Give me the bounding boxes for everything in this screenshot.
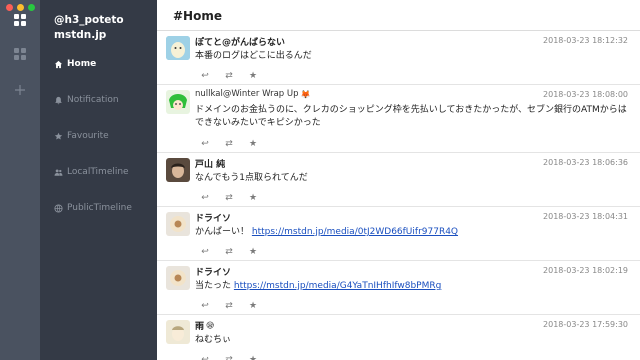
boost-icon[interactable]: ⇄	[224, 247, 234, 257]
status-actions: ↩ ⇄ ★	[200, 247, 258, 257]
status-item[interactable]: nullkal@Winter Wrap Up 🦊 2018-03-23 18:0…	[157, 85, 640, 153]
nav-label: Home	[67, 59, 97, 69]
favourite-star-icon[interactable]: ★	[248, 139, 258, 149]
status-content: なんでもう1点取られてんだ	[195, 172, 627, 185]
reply-icon[interactable]: ↩	[200, 139, 210, 149]
status-content: ドメインのお金払うのに、クレカのショッピング枠を先払いしておきたかったが、セブン…	[195, 104, 627, 130]
zoom-window-button[interactable]	[28, 4, 35, 11]
status-author[interactable]: 戸山 純	[195, 157, 225, 170]
nav-item-notification[interactable]: Notification	[54, 93, 119, 107]
account-instance: mstdn.jp	[54, 29, 107, 41]
status-text: ねむちぃ	[195, 335, 232, 345]
status-actions: ↩ ⇄ ★	[200, 193, 258, 203]
status-item[interactable]: 雨 😪 2018-03-23 17:59:30 ねむちぃ ↩ ⇄ ★	[157, 315, 640, 360]
status-time: 2018-03-23 17:59:30	[543, 320, 628, 329]
reply-icon[interactable]: ↩	[200, 193, 210, 203]
avatar[interactable]	[166, 266, 190, 290]
reply-icon[interactable]: ↩	[200, 247, 210, 257]
nav-label: Favourite	[67, 131, 109, 141]
timeline: #Home ぽてと@がんばらない 2018-03-23 18:12:32 本番の…	[157, 0, 640, 360]
status-content: ねむちぃ	[195, 334, 627, 347]
boost-icon[interactable]: ⇄	[224, 71, 234, 81]
status-item[interactable]: 戸山 純 2018-03-23 18:06:36 なんでもう1点取られてんだ ↩…	[157, 153, 640, 207]
status-author-row[interactable]: 雨 😪	[195, 319, 214, 332]
window-controls	[6, 4, 35, 11]
boost-icon[interactable]: ⇄	[224, 355, 234, 360]
status-text: 本番のログはどこに出るんだ	[195, 51, 312, 61]
add-account-icon[interactable]	[12, 82, 28, 98]
status-actions: ↩ ⇄ ★	[200, 71, 258, 81]
status-author[interactable]: ドライソ	[195, 265, 231, 278]
fox-emoji-icon: 🦊	[300, 89, 311, 99]
status-author[interactable]: ぽてと@がんばらない	[195, 35, 285, 48]
account-switch-icon[interactable]	[12, 46, 28, 62]
status-content: 当たった https://mstdn.jp/media/G4YaTnIHfhIf…	[195, 280, 627, 293]
status-media-link[interactable]: https://mstdn.jp/media/0tJ2WD66fUifr977R…	[252, 227, 458, 237]
avatar[interactable]	[166, 158, 190, 182]
avatar[interactable]	[166, 36, 190, 60]
minimize-window-button[interactable]	[17, 4, 24, 11]
nav-item-publictimeline[interactable]: PublicTimeline	[54, 201, 132, 215]
status-actions: ↩ ⇄ ★	[200, 301, 258, 311]
nav-item-favourite[interactable]: Favourite	[54, 129, 109, 143]
status-text: かんぱーい！	[195, 227, 250, 237]
users-icon	[54, 168, 63, 176]
reply-icon[interactable]: ↩	[200, 71, 210, 81]
favourite-star-icon[interactable]: ★	[248, 247, 258, 257]
status-time: 2018-03-23 18:04:31	[543, 212, 628, 221]
account-rail	[0, 0, 40, 360]
status-item[interactable]: ドライソ 2018-03-23 18:04:31 かんぱーい！ https://…	[157, 207, 640, 261]
status-item[interactable]: ドライソ 2018-03-23 18:02:19 当たった https://ms…	[157, 261, 640, 315]
sleeping-emoji-icon: 😪	[206, 321, 215, 330]
favourite-star-icon[interactable]: ★	[248, 193, 258, 203]
status-time: 2018-03-23 18:06:36	[543, 158, 628, 167]
status-actions: ↩ ⇄ ★	[200, 355, 258, 360]
close-window-button[interactable]	[6, 4, 13, 11]
boost-icon[interactable]: ⇄	[224, 301, 234, 311]
account-switch-active-icon[interactable]	[12, 12, 28, 28]
status-author: 雨	[195, 322, 205, 332]
account-info: @h3_poteto mstdn.jp	[54, 13, 124, 43]
status-text: なんでもう1点取られてんだ	[195, 173, 308, 183]
nav-item-home[interactable]: Home	[54, 57, 96, 71]
globe-icon	[54, 203, 63, 213]
favourite-star-icon[interactable]: ★	[248, 71, 258, 81]
nav-label: Notification	[67, 95, 119, 105]
status-author: nullkal@Winter Wrap Up	[195, 89, 299, 99]
status-author-row[interactable]: nullkal@Winter Wrap Up 🦊	[195, 89, 310, 99]
status-time: 2018-03-23 18:08:00	[543, 90, 628, 99]
sidebar: @h3_poteto mstdn.jp Home Notification Fa…	[40, 0, 157, 360]
account-handle: @h3_poteto	[54, 14, 124, 26]
star-icon	[54, 132, 63, 140]
status-time: 2018-03-23 18:02:19	[543, 266, 628, 275]
avatar[interactable]	[166, 212, 190, 236]
home-icon	[54, 60, 63, 68]
nav-label: LocalTimeline	[67, 167, 129, 177]
favourite-star-icon[interactable]: ★	[248, 301, 258, 311]
nav-item-localtimeline[interactable]: LocalTimeline	[54, 165, 129, 179]
status-author[interactable]: ドライソ	[195, 211, 231, 224]
reply-icon[interactable]: ↩	[200, 301, 210, 311]
status-content: 本番のログはどこに出るんだ	[195, 50, 627, 63]
status-time: 2018-03-23 18:12:32	[543, 36, 628, 45]
status-item[interactable]: ぽてと@がんばらない 2018-03-23 18:12:32 本番のログはどこに…	[157, 31, 640, 85]
nav-label: PublicTimeline	[67, 203, 132, 213]
bell-icon	[55, 96, 62, 104]
reply-icon[interactable]: ↩	[200, 355, 210, 360]
status-actions: ↩ ⇄ ★	[200, 139, 258, 149]
status-text: ドメインのお金払うのに、クレカのショッピング枠を先払いしておきたかったが、セブン…	[195, 105, 627, 128]
avatar[interactable]	[166, 320, 190, 344]
status-text: 当たった	[195, 281, 232, 291]
boost-icon[interactable]: ⇄	[224, 139, 234, 149]
timeline-title: #Home	[157, 0, 640, 31]
status-media-link[interactable]: https://mstdn.jp/media/G4YaTnIHfhIfw8bPM…	[234, 281, 441, 291]
favourite-star-icon[interactable]: ★	[248, 355, 258, 360]
status-content: かんぱーい！ https://mstdn.jp/media/0tJ2WD66fU…	[195, 226, 627, 239]
avatar[interactable]	[166, 90, 190, 114]
boost-icon[interactable]: ⇄	[224, 193, 234, 203]
